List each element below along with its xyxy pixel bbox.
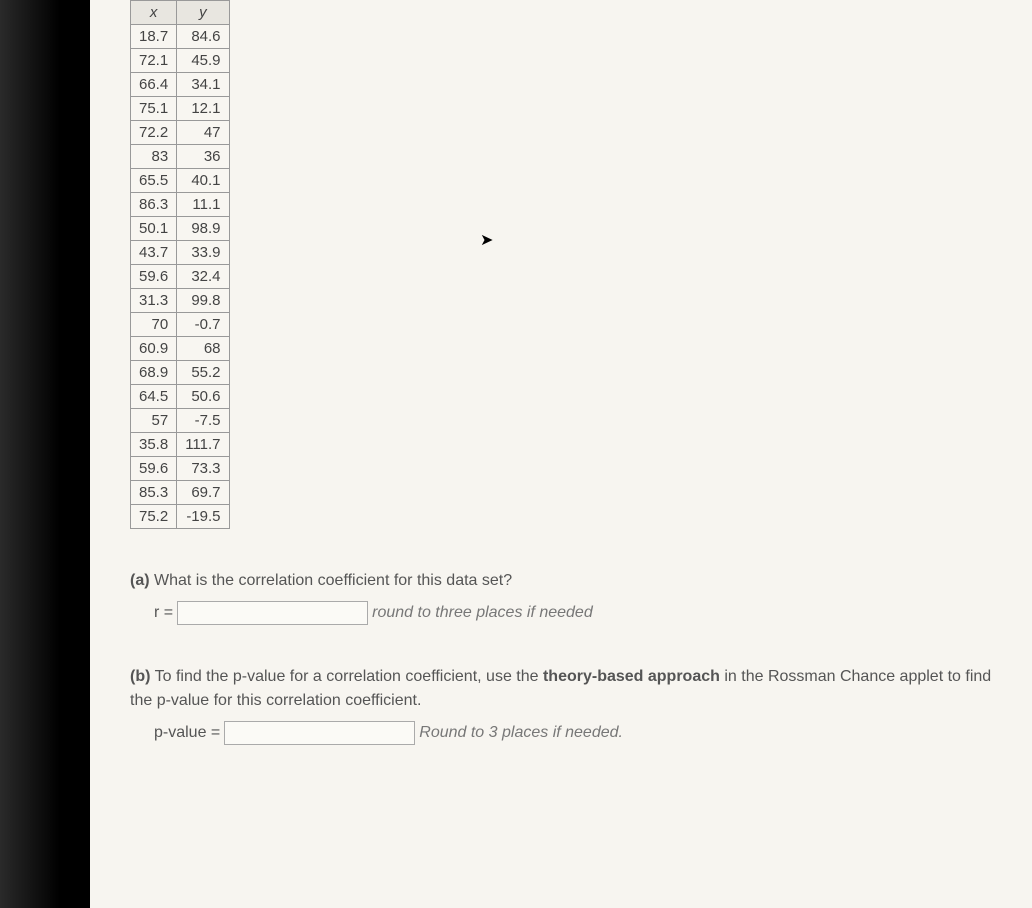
col-header-y: y <box>177 1 229 25</box>
table-row: 68.955.2 <box>131 361 230 385</box>
table-cell: 50.6 <box>177 385 229 409</box>
table-cell: 68 <box>177 337 229 361</box>
table-row: 60.968 <box>131 337 230 361</box>
question-a-hint: round to three places if needed <box>372 601 593 625</box>
table-row: 72.145.9 <box>131 49 230 73</box>
table-cell: 33.9 <box>177 241 229 265</box>
table-cell: 31.3 <box>131 289 177 313</box>
table-row: 86.311.1 <box>131 193 230 217</box>
cursor-icon: ➤ <box>480 230 493 250</box>
table-cell: 65.5 <box>131 169 177 193</box>
question-b-bold: theory-based approach <box>543 668 720 685</box>
table-row: 75.112.1 <box>131 97 230 121</box>
pvalue-input[interactable] <box>224 721 415 745</box>
question-a-label: (a) <box>130 572 150 589</box>
table-cell: 86.3 <box>131 193 177 217</box>
question-b: (b) To find the p-value for a correlatio… <box>130 665 1012 745</box>
table-cell: 12.1 <box>177 97 229 121</box>
table-cell: 66.4 <box>131 73 177 97</box>
question-b-hint: Round to 3 places if needed. <box>419 721 623 745</box>
question-a-var: r = <box>154 601 173 625</box>
table-cell: 73.3 <box>177 457 229 481</box>
table-cell: 47 <box>177 121 229 145</box>
table-cell: 40.1 <box>177 169 229 193</box>
table-row: 65.540.1 <box>131 169 230 193</box>
table-cell: 59.6 <box>131 457 177 481</box>
col-header-x: x <box>131 1 177 25</box>
table-cell: 32.4 <box>177 265 229 289</box>
table-row: 50.198.9 <box>131 217 230 241</box>
table-row: 59.673.3 <box>131 457 230 481</box>
table-row: 8336 <box>131 145 230 169</box>
table-cell: 50.1 <box>131 217 177 241</box>
table-cell: 68.9 <box>131 361 177 385</box>
table-cell: 35.8 <box>131 433 177 457</box>
table-cell: -7.5 <box>177 409 229 433</box>
table-cell: -0.7 <box>177 313 229 337</box>
question-a-text: What is the correlation coefficient for … <box>154 572 512 589</box>
table-cell: 72.1 <box>131 49 177 73</box>
table-row: 72.247 <box>131 121 230 145</box>
table-row: 43.733.9 <box>131 241 230 265</box>
table-body: 18.784.672.145.966.434.175.112.172.24783… <box>131 25 230 529</box>
table-cell: 70 <box>131 313 177 337</box>
table-cell: 69.7 <box>177 481 229 505</box>
table-cell: 36 <box>177 145 229 169</box>
monitor-bezel-outer <box>0 0 60 908</box>
table-row: 70-0.7 <box>131 313 230 337</box>
table-cell: 85.3 <box>131 481 177 505</box>
table-row: 35.8111.7 <box>131 433 230 457</box>
table-row: 31.399.8 <box>131 289 230 313</box>
table-cell: 18.7 <box>131 25 177 49</box>
table-row: 64.550.6 <box>131 385 230 409</box>
table-row: 75.2-19.5 <box>131 505 230 529</box>
table-row: 66.434.1 <box>131 73 230 97</box>
table-cell: 75.1 <box>131 97 177 121</box>
question-b-label: (b) <box>130 668 150 685</box>
table-cell: 64.5 <box>131 385 177 409</box>
table-row: 59.632.4 <box>131 265 230 289</box>
data-table: x y 18.784.672.145.966.434.175.112.172.2… <box>130 0 230 529</box>
table-cell: 59.6 <box>131 265 177 289</box>
question-b-text1: To find the p-value for a correlation co… <box>155 668 543 685</box>
table-cell: 43.7 <box>131 241 177 265</box>
table-cell: 98.9 <box>177 217 229 241</box>
table-cell: 111.7 <box>177 433 229 457</box>
page-content: ➤ x y 18.784.672.145.966.434.175.112.172… <box>90 0 1032 908</box>
table-cell: 57 <box>131 409 177 433</box>
table-row: 57-7.5 <box>131 409 230 433</box>
table-cell: 60.9 <box>131 337 177 361</box>
table-cell: -19.5 <box>177 505 229 529</box>
monitor-bezel-inner <box>60 0 90 908</box>
table-row: 18.784.6 <box>131 25 230 49</box>
table-row: 85.369.7 <box>131 481 230 505</box>
table-cell: 45.9 <box>177 49 229 73</box>
correlation-input[interactable] <box>177 601 368 625</box>
table-cell: 72.2 <box>131 121 177 145</box>
question-a: (a) What is the correlation coefficient … <box>130 569 1012 625</box>
table-cell: 83 <box>131 145 177 169</box>
table-cell: 55.2 <box>177 361 229 385</box>
table-cell: 34.1 <box>177 73 229 97</box>
table-cell: 84.6 <box>177 25 229 49</box>
table-cell: 75.2 <box>131 505 177 529</box>
table-cell: 11.1 <box>177 193 229 217</box>
table-cell: 99.8 <box>177 289 229 313</box>
question-b-var: p-value = <box>154 721 220 745</box>
